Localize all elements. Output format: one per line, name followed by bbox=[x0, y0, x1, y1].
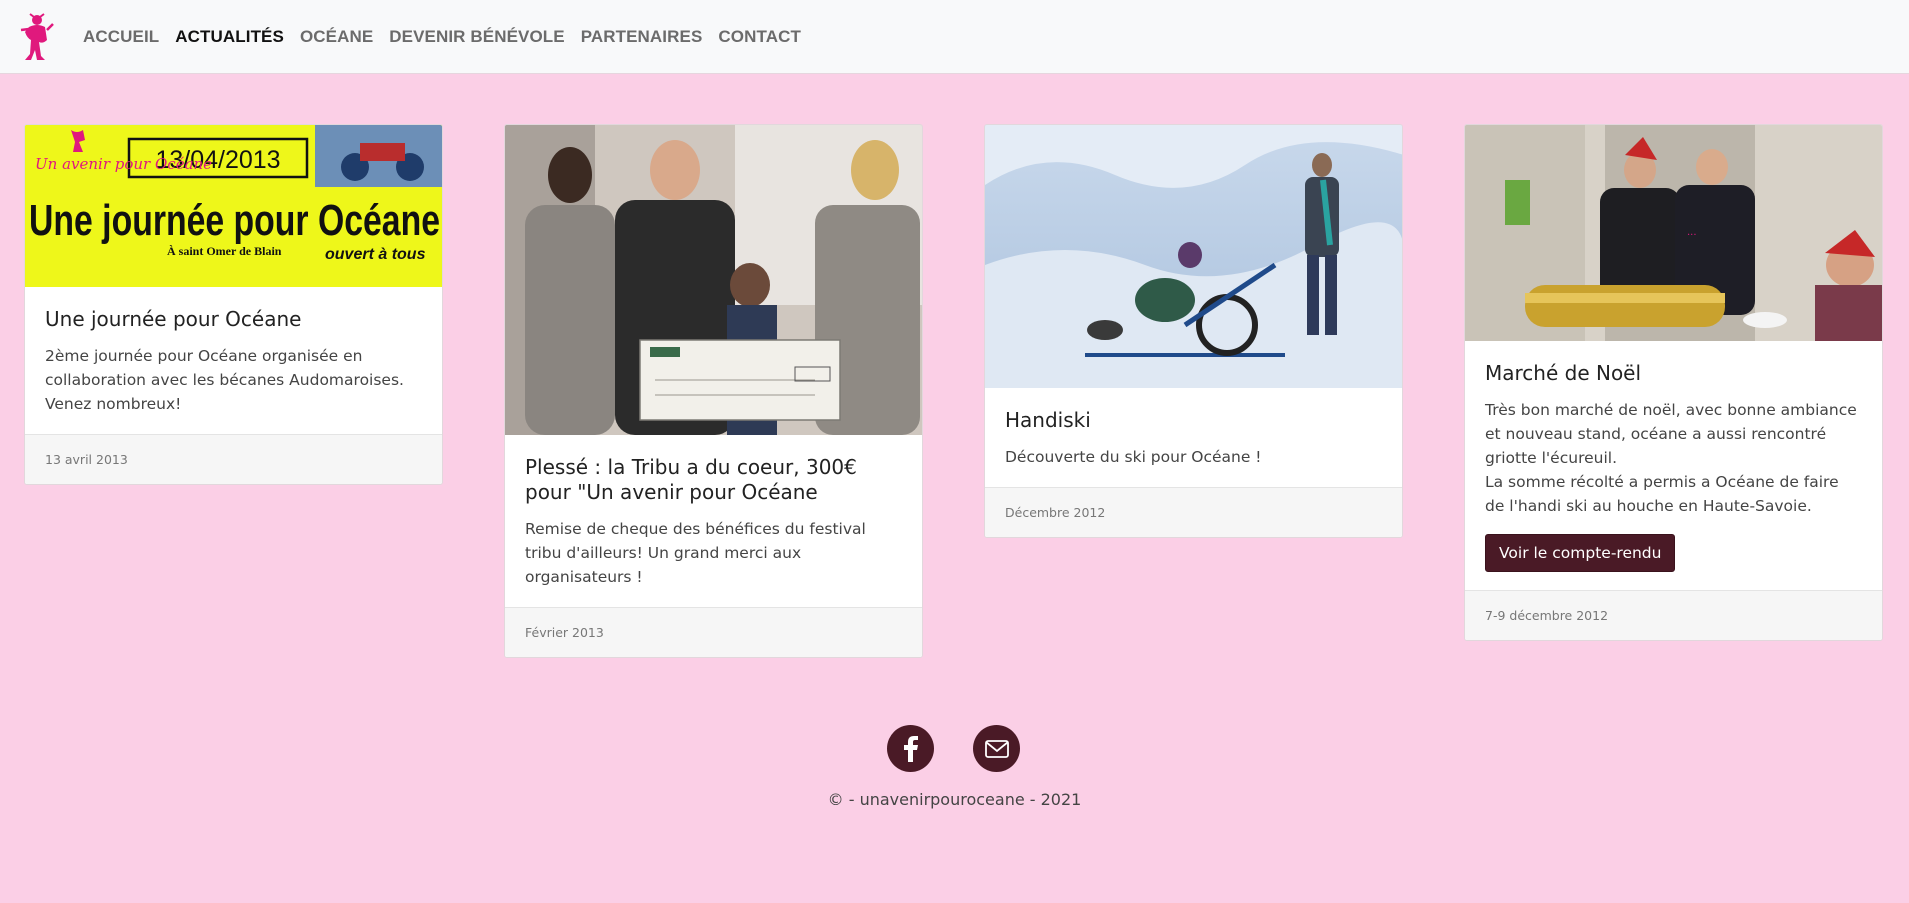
card-text: 2ème journée pour Océane organisée en co… bbox=[45, 347, 404, 413]
nav-item-contact[interactable]: CONTACT bbox=[718, 27, 801, 47]
card-text: Remise de cheque des bénéfices du festiv… bbox=[525, 520, 866, 586]
nav-item-devenir-benevole[interactable]: DEVENIR BÉNÉVOLE bbox=[389, 27, 564, 47]
card-image-christmas-market: ... bbox=[1465, 125, 1882, 341]
card-text: La somme récolté a permis a Océane de fa… bbox=[1485, 473, 1839, 515]
card-title: Marché de Noël bbox=[1485, 361, 1642, 385]
news-card: 13/04/2013 Un avenir pour Océane Une jou… bbox=[24, 124, 443, 485]
nav-item-accueil[interactable]: ACCUEIL bbox=[83, 27, 159, 47]
read-report-button[interactable]: Voir le compte-rendu bbox=[1485, 534, 1676, 572]
card-text: Très bon marché de noël, avec bonne ambi… bbox=[1485, 401, 1857, 467]
svg-text:Un avenir pour Océane: Un avenir pour Océane bbox=[35, 155, 212, 173]
card-date: Février 2013 bbox=[505, 607, 922, 657]
svg-text:À saint Omer de Blain: À saint Omer de Blain bbox=[167, 244, 282, 258]
nav-item-partenaires[interactable]: PARTENAIRES bbox=[581, 27, 703, 47]
card-title: Une journée pour Océane bbox=[45, 307, 302, 331]
mail-link[interactable] bbox=[973, 725, 1020, 772]
news-card: ... Marché de Noël Très bon marché de no… bbox=[1464, 124, 1883, 641]
navbar: ACCUEIL ACTUALITÉS OCÉANE DEVENIR BÉNÉVO… bbox=[0, 0, 1909, 74]
card-date: Décembre 2012 bbox=[985, 487, 1402, 537]
card-image-handiski bbox=[985, 125, 1402, 388]
card-image-poster: 13/04/2013 Un avenir pour Océane Une jou… bbox=[25, 125, 442, 287]
logo-icon[interactable] bbox=[17, 10, 55, 62]
mail-icon bbox=[985, 740, 1009, 758]
card-title: Plessé : la Tribu a du coeur, 300€ pour … bbox=[525, 455, 857, 504]
card-title: Handiski bbox=[1005, 408, 1091, 432]
facebook-link[interactable] bbox=[887, 725, 934, 772]
nav-item-oceane[interactable]: OCÉANE bbox=[300, 27, 373, 47]
news-card: Handiski Découverte du ski pour Océane !… bbox=[984, 124, 1403, 538]
card-date: 13 avril 2013 bbox=[25, 434, 442, 484]
facebook-icon bbox=[904, 736, 918, 762]
card-text: Découverte du ski pour Océane ! bbox=[1005, 448, 1262, 466]
news-card: Plessé : la Tribu a du coeur, 300€ pour … bbox=[504, 124, 923, 658]
main-nav: ACCUEIL ACTUALITÉS OCÉANE DEVENIR BÉNÉVO… bbox=[83, 0, 817, 74]
svg-text:ouvert à tous: ouvert à tous bbox=[325, 246, 426, 263]
nav-item-actualites[interactable]: ACTUALITÉS bbox=[175, 27, 284, 47]
copyright: © - unavenirpouroceane - 2021 bbox=[827, 790, 1082, 809]
card-image-check-presentation bbox=[505, 125, 922, 435]
poster-graphic: 13/04/2013 Un avenir pour Océane Une jou… bbox=[25, 125, 442, 287]
svg-text:Une journée pour Océane: Une journée pour Océane bbox=[29, 196, 440, 245]
svg-text:...: ... bbox=[1687, 227, 1697, 238]
card-date: 7-9 décembre 2012 bbox=[1465, 590, 1882, 640]
